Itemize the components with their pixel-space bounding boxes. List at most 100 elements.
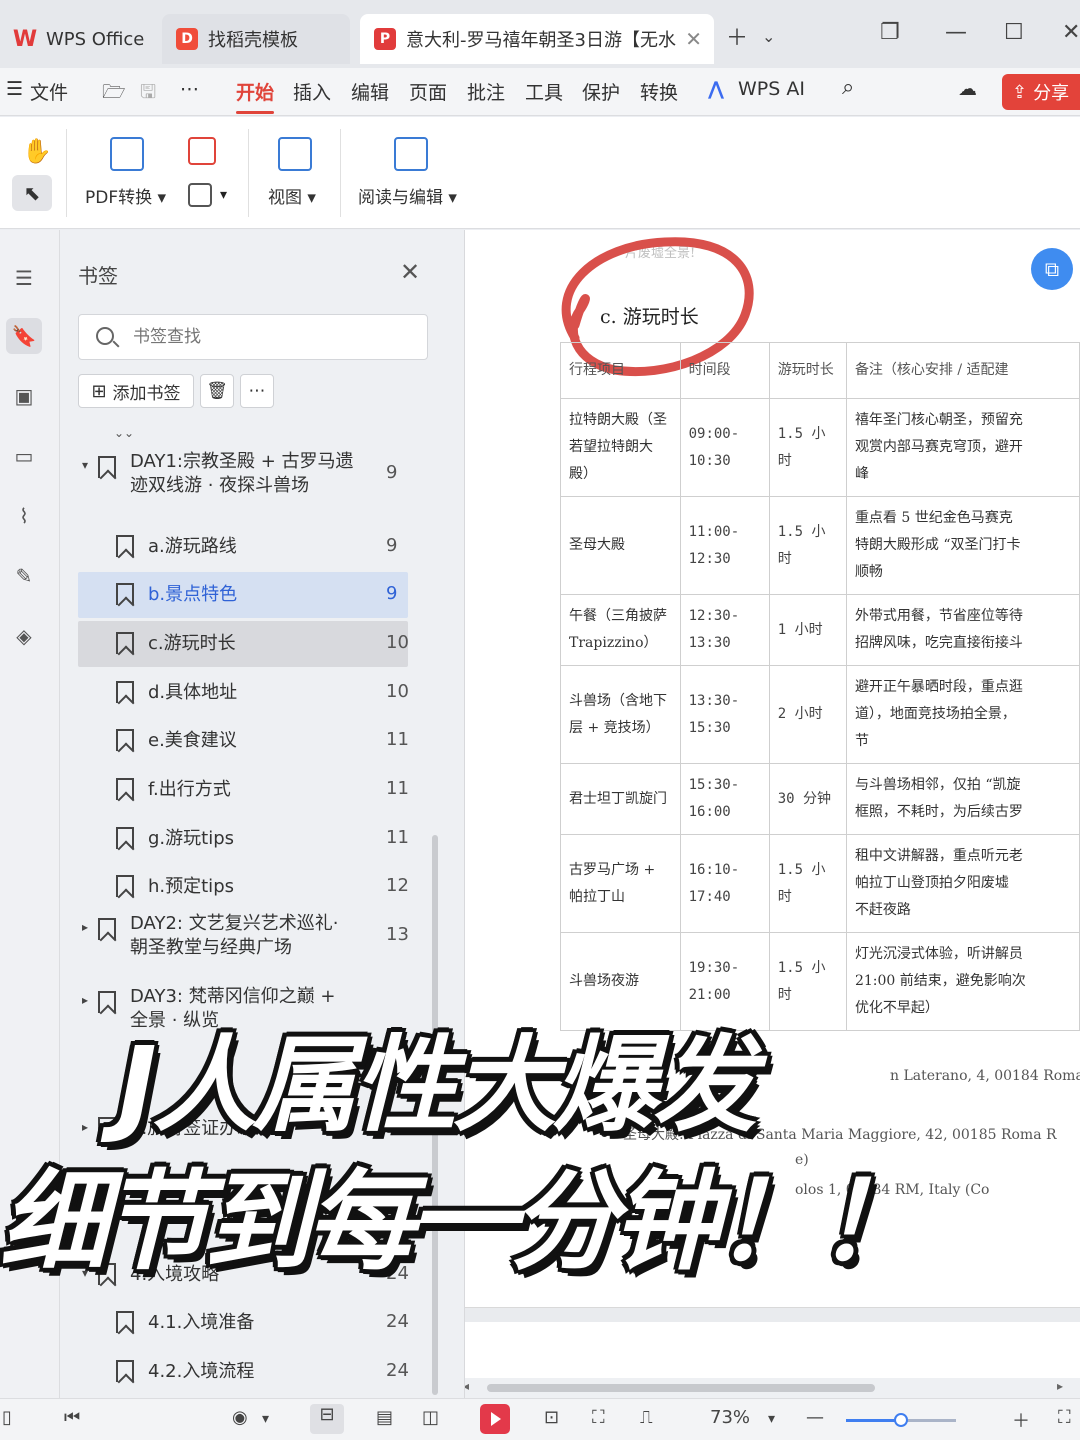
bookmark-flag-icon bbox=[116, 875, 134, 897]
single-page-icon[interactable]: ⊟ bbox=[310, 1404, 344, 1434]
first-page-icon[interactable]: ⏮ bbox=[64, 1407, 80, 1428]
collapse-arrow-icon[interactable]: ▸ bbox=[82, 993, 88, 1007]
chevron-down-icon[interactable]: ⌄ bbox=[762, 27, 775, 46]
signature-icon[interactable]: ✎ bbox=[6, 558, 42, 594]
chevron-down-icon[interactable]: ▾ bbox=[220, 187, 227, 203]
collapse-arrow-icon[interactable]: ▸ bbox=[82, 1120, 88, 1134]
menu-wps-ai[interactable]: WPS AI bbox=[738, 78, 805, 100]
table-row: 斗兽场（含地下层 + 竞技场） 13:30-15:30 2 小时 避开正午暴晒时段，重… bbox=[560, 665, 1080, 764]
bookmark-item[interactable]: g.游玩tips 11 bbox=[78, 816, 409, 862]
bookmark-item[interactable]: h.预定tips 12 bbox=[78, 864, 409, 910]
bookmark-item[interactable]: 4.1.入境准备 24 bbox=[78, 1300, 409, 1346]
bookmark-item[interactable]: f.出行方式 11 bbox=[78, 767, 409, 813]
copy-pages-icon[interactable] bbox=[188, 183, 212, 207]
fit-width-icon[interactable]: ⊡ bbox=[544, 1407, 559, 1428]
note-line: 避开正午暴晒时段，重点逛 bbox=[854, 679, 1023, 695]
note-line: 道），地面竞技场拍全景， bbox=[854, 706, 1016, 722]
table-cell: 1.5 小时 bbox=[768, 834, 847, 933]
table-header: 游玩时长 bbox=[768, 342, 847, 399]
pdf-icon: P bbox=[374, 28, 396, 50]
bookmark-item[interactable]: 4.2.入境流程 24 bbox=[78, 1349, 409, 1395]
bookmark-item[interactable]: b.景点特色 9 bbox=[78, 572, 408, 618]
pdf-to-word-icon[interactable] bbox=[110, 137, 144, 171]
expand-arrow-icon[interactable]: ▾ bbox=[82, 458, 88, 472]
bookmark-item[interactable]: c.游玩时长 10 bbox=[78, 621, 409, 667]
bookmark-flag-icon bbox=[116, 1311, 134, 1333]
fit-page-icon[interactable]: ⛶ bbox=[592, 1407, 605, 1428]
close-panel-icon[interactable]: ✕ bbox=[400, 258, 420, 286]
zoom-slider[interactable] bbox=[846, 1413, 956, 1427]
menu-home[interactable]: 开始 bbox=[236, 78, 275, 114]
panel-toggle-icon[interactable]: ▯ bbox=[2, 1407, 12, 1428]
menu-file[interactable]: 文件 bbox=[30, 78, 68, 105]
cloud-sync-icon[interactable]: ☁ bbox=[958, 78, 977, 100]
menu-edit[interactable]: 编辑 bbox=[351, 78, 389, 105]
view-button[interactable]: 视图 ▾ bbox=[268, 183, 316, 208]
more-options-icon[interactable]: ⋯ bbox=[240, 374, 274, 408]
zoom-slider-knob[interactable] bbox=[894, 1413, 908, 1427]
hand-tool-icon[interactable]: ✋ bbox=[22, 137, 52, 165]
menu-convert[interactable]: 转换 bbox=[640, 78, 678, 105]
bookmark-icon[interactable]: 🔖 bbox=[6, 318, 42, 354]
pdf-convert-button[interactable]: PDF转换 ▾ bbox=[85, 183, 166, 208]
bookmark-item[interactable]: ▾ DAY1:宗教圣殿 + 古罗马遗 迹双线游 · 夜探斗兽场 9 bbox=[78, 444, 408, 504]
add-bookmark-button[interactable]: ⊞ 添加书签 bbox=[78, 374, 194, 408]
view-grid-icon[interactable] bbox=[278, 137, 312, 171]
thumbnail-icon[interactable]: ▣ bbox=[6, 378, 42, 414]
more-icon[interactable]: ⋯ bbox=[180, 78, 199, 100]
scroll-right-icon[interactable]: ▸ bbox=[1057, 1379, 1063, 1393]
pdf-to-image-icon[interactable] bbox=[188, 137, 216, 165]
zoom-out-icon[interactable]: — bbox=[806, 1407, 824, 1428]
zoom-value[interactable]: 73% bbox=[710, 1407, 750, 1428]
chevron-down-icon[interactable]: ▾ bbox=[262, 1411, 269, 1427]
tab-label: 意大利-罗马禧年朝圣3日游【无水 bbox=[406, 30, 676, 51]
table-cell: 1.5 小时 bbox=[768, 398, 847, 497]
new-tab-icon[interactable]: ＋ bbox=[726, 20, 748, 52]
continuous-page-icon[interactable]: ▤ bbox=[376, 1407, 393, 1428]
horizontal-scrollbar[interactable]: ◂ ▸ bbox=[465, 1378, 1080, 1398]
floating-convert-icon[interactable]: ⧉ bbox=[1031, 248, 1073, 290]
tab-docer-templates[interactable]: D 找稻壳模板 bbox=[162, 14, 350, 64]
maximize-icon[interactable]: ☐ bbox=[1004, 20, 1024, 45]
outline-icon[interactable]: ☰ bbox=[6, 260, 42, 296]
hamburger-icon[interactable]: ☰ bbox=[6, 78, 23, 100]
restore-window-icon[interactable]: ❐ bbox=[880, 20, 900, 45]
layers-icon[interactable]: ◈ bbox=[6, 618, 42, 654]
fullscreen-icon[interactable]: ⛶ bbox=[1058, 1407, 1071, 1428]
comment-icon[interactable]: ▭ bbox=[6, 438, 42, 474]
close-window-icon[interactable]: ✕ bbox=[1062, 20, 1080, 45]
two-page-icon[interactable]: ◫ bbox=[422, 1407, 439, 1428]
bookmark-item[interactable]: ▸ DAY2: 文艺复兴艺术巡礼· 朝圣教堂与经典广场 13 bbox=[78, 906, 409, 966]
bookmark-item[interactable]: d.具体地址 10 bbox=[78, 670, 409, 716]
menu-protect[interactable]: 保护 bbox=[582, 78, 620, 105]
play-slideshow-icon[interactable] bbox=[480, 1404, 510, 1434]
menu-page[interactable]: 页面 bbox=[409, 78, 447, 105]
bookmark-view-icon[interactable]: ⎍ bbox=[640, 1407, 653, 1428]
zoom-in-icon[interactable]: ＋ bbox=[1012, 1407, 1030, 1433]
bookmark-item[interactable]: a.游玩路线 9 bbox=[78, 524, 408, 570]
chevron-down-icon[interactable]: ▾ bbox=[768, 1411, 775, 1427]
eye-mode-icon[interactable]: ◉ bbox=[232, 1407, 248, 1428]
attachment-icon[interactable]: ⌇ bbox=[6, 498, 42, 534]
save-icon[interactable]: 🖫 bbox=[140, 78, 156, 110]
bookmark-search-input[interactable] bbox=[78, 314, 428, 360]
folder-icon[interactable]: 🗁 bbox=[102, 78, 126, 110]
share-button[interactable]: ⇪ 分享 bbox=[1002, 74, 1080, 110]
collapse-arrow-icon[interactable]: ▸ bbox=[82, 920, 88, 934]
scroll-left-icon[interactable]: ◂ bbox=[465, 1379, 469, 1393]
tab-wps-office[interactable]: W WPS Office bbox=[0, 14, 150, 64]
read-edit-button[interactable]: 阅读与编辑 ▾ bbox=[358, 183, 457, 208]
read-edit-icon[interactable] bbox=[394, 137, 428, 171]
menu-insert[interactable]: 插入 bbox=[293, 78, 331, 105]
delete-bookmark-icon[interactable]: 🗑 bbox=[200, 374, 234, 408]
search-icon[interactable]: ⌕ bbox=[842, 75, 854, 100]
close-tab-icon[interactable]: ✕ bbox=[685, 27, 702, 51]
minimize-icon[interactable]: — bbox=[945, 20, 967, 45]
bookmark-item[interactable]: e.美食建议 11 bbox=[78, 718, 409, 764]
menu-comment[interactable]: 批注 bbox=[467, 78, 505, 105]
menu-tools[interactable]: 工具 bbox=[525, 78, 563, 105]
bookmark-label: g.游玩tips bbox=[148, 828, 235, 849]
tab-current-document[interactable]: P 意大利-罗马禧年朝圣3日游【无水 ✕ bbox=[360, 14, 714, 64]
select-tool-icon[interactable]: ⬉ bbox=[12, 175, 52, 211]
horizontal-scroll-thumb[interactable] bbox=[487, 1384, 875, 1392]
